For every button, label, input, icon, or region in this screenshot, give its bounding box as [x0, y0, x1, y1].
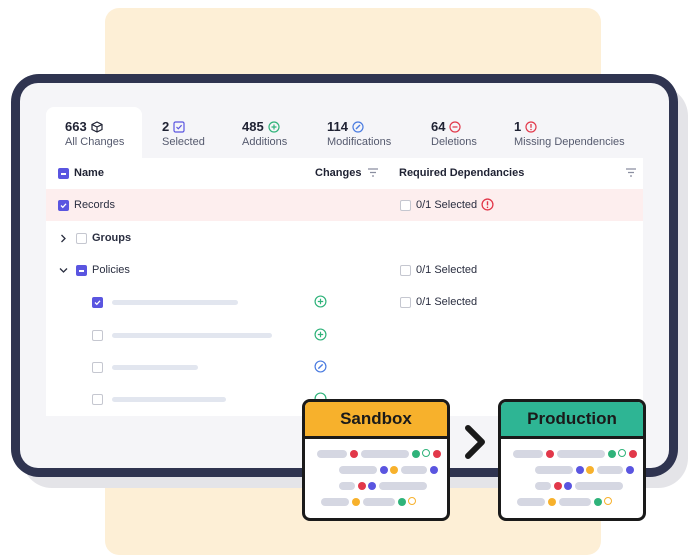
dependency-status: 0/1 Selected: [416, 264, 478, 276]
alert-circle-icon: [525, 120, 537, 133]
table-row[interactable]: Policies 0/1 Selected: [46, 254, 643, 286]
table-row[interactable]: 0/1 Selected: [46, 286, 643, 318]
environment-title: Production: [501, 402, 643, 439]
tab-bar: 663 All Changes 2 Selected 485 Additions…: [46, 107, 643, 158]
filter-icon[interactable]: [368, 168, 378, 177]
tab-count: 64: [431, 119, 446, 134]
tab-all-changes[interactable]: 663 All Changes: [46, 107, 142, 158]
table-header: Name Changes Required Dependancies: [46, 158, 643, 188]
row-checkbox[interactable]: [76, 265, 87, 276]
plus-circle-icon: [314, 328, 327, 341]
checkbox-icon: [173, 120, 185, 133]
row-checkbox[interactable]: [92, 330, 103, 341]
tab-count: 663: [65, 119, 87, 134]
row-checkbox[interactable]: [76, 233, 87, 244]
tab-label: All Changes: [65, 136, 125, 148]
column-header-required[interactable]: Required Dependancies: [399, 167, 524, 179]
dependency-checkbox[interactable]: [400, 265, 411, 276]
tab-count: 114: [327, 119, 348, 134]
tab-count: 485: [242, 119, 264, 134]
tab-modifications[interactable]: 114 Modifications: [327, 107, 417, 158]
cube-icon: [91, 120, 103, 133]
row-checkbox[interactable]: [58, 200, 69, 211]
placeholder-text-bar: [112, 365, 198, 370]
sandbox-environment-card: Sandbox: [302, 399, 450, 521]
chevron-right-icon[interactable]: [60, 234, 67, 243]
check-icon: [94, 300, 101, 306]
row-checkbox[interactable]: [92, 394, 103, 405]
table-row[interactable]: Groups: [46, 222, 643, 254]
tab-deletions[interactable]: 64 Deletions: [431, 107, 501, 158]
column-header-changes[interactable]: Changes: [315, 167, 361, 179]
edit-circle-icon: [352, 120, 364, 133]
tab-count: 2: [162, 119, 170, 134]
tab-count: 1: [514, 119, 522, 134]
row-checkbox[interactable]: [92, 297, 103, 308]
select-all-checkbox[interactable]: [58, 168, 69, 179]
row-name: Policies: [92, 264, 130, 276]
table-row[interactable]: [46, 351, 643, 383]
table-row[interactable]: [46, 319, 643, 351]
tab-selected[interactable]: 2 Selected: [162, 107, 222, 158]
dependency-checkbox[interactable]: [400, 200, 411, 211]
plus-circle-icon: [268, 120, 280, 133]
placeholder-text-bar: [112, 300, 238, 305]
tab-label: Additions: [242, 136, 288, 148]
minus-circle-icon: [449, 120, 462, 133]
tab-label: Modifications: [327, 136, 392, 148]
chevron-right-icon: [465, 425, 485, 459]
check-icon: [60, 203, 67, 209]
production-environment-card: Production: [498, 399, 646, 521]
tab-missing-dependencies[interactable]: 1 Missing Dependencies: [514, 107, 639, 158]
placeholder-text-bar: [112, 397, 226, 402]
tab-label: Missing Dependencies: [514, 136, 625, 148]
dependency-status: 0/1 Selected: [416, 296, 478, 308]
table-row[interactable]: Records 0/1 Selected: [46, 189, 643, 221]
edit-circle-icon: [314, 360, 327, 373]
plus-circle-icon: [314, 295, 327, 308]
alert-circle-icon[interactable]: [481, 198, 494, 211]
filter-icon[interactable]: [626, 168, 636, 177]
row-name: Records: [74, 199, 115, 211]
dependency-status: 0/1 Selected: [416, 199, 478, 211]
dependency-checkbox[interactable]: [400, 297, 411, 308]
row-name: Groups: [92, 232, 132, 244]
chevron-down-icon[interactable]: [59, 267, 68, 274]
tab-label: Deletions: [431, 136, 477, 148]
environment-title: Sandbox: [305, 402, 447, 439]
tab-additions[interactable]: 485 Additions: [242, 107, 312, 158]
column-header-name[interactable]: Name: [74, 167, 104, 179]
row-checkbox[interactable]: [92, 362, 103, 373]
placeholder-text-bar: [112, 333, 272, 338]
tab-label: Selected: [162, 136, 205, 148]
